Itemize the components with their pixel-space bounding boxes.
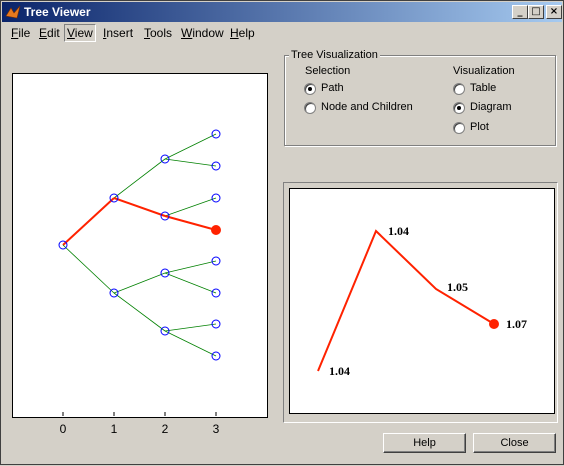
path-value-label: 1.07: [506, 317, 527, 331]
path-value-label: 1.05: [447, 280, 468, 294]
close-button[interactable]: Close: [473, 433, 556, 453]
path-end-marker: [489, 319, 499, 329]
help-button[interactable]: Help: [383, 433, 466, 453]
path-line: [317, 229, 495, 372]
tree-viewer-window: Tree Viewer _ □ × File Edit View Insert …: [0, 0, 564, 465]
path-diagram: 1.04 1.04 1.05 1.07: [317, 224, 527, 378]
path-value-label: 1.04: [329, 364, 350, 378]
path-value-label: 1.04: [388, 224, 409, 238]
